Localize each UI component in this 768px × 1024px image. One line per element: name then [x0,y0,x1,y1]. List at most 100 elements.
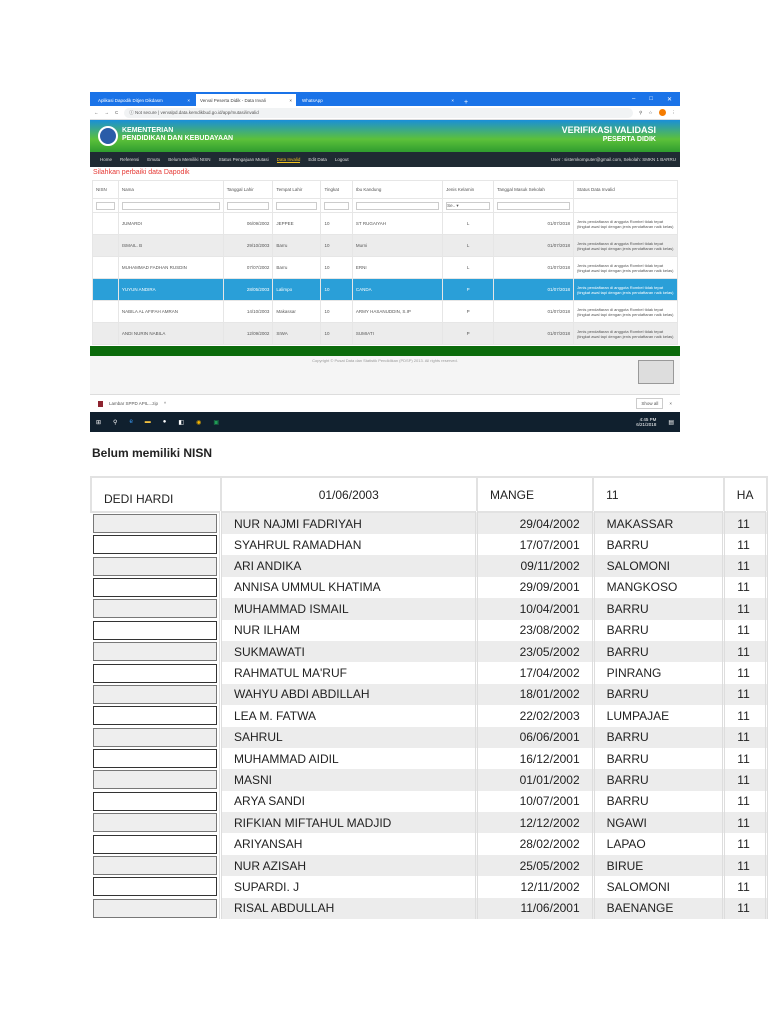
app-icon[interactable]: ◧ [178,419,184,426]
nisn-input[interactable] [93,620,217,640]
menu-icon[interactable]: ⋮ [672,110,677,116]
url-input[interactable]: ⓘ Not secure | vervalpd.data.kemdikbud.g… [124,107,634,118]
nav-logout[interactable]: Logout [335,157,349,162]
reload-icon[interactable]: C [115,110,118,115]
cell-status: Jenis pendaftaran di anggota Rombel tida… [573,322,678,345]
col-ibu-kandung[interactable]: Ibu Kandung [351,180,444,199]
col-nama[interactable]: Nama [117,180,224,199]
star-icon[interactable]: ☆ [648,110,652,116]
table-row[interactable]: YUYUN ANDIRA 28/05/2003 Lalimpo 10 CANDA P 01/… [92,278,678,301]
filter-input[interactable] [96,201,115,210]
date-filter-input[interactable] [226,201,270,210]
cell-nama: YUYUN ANDIRA [117,278,224,301]
nisn-input[interactable] [93,535,217,555]
nisn-input[interactable] [93,834,217,854]
notifications-icon[interactable]: ▤ [668,419,674,426]
cell-tingkat: 11 [723,662,768,684]
nav-data-invalid[interactable]: Data Invalid [276,157,301,163]
zoom-icon[interactable]: ⚲ [639,110,642,116]
embedded-screenshot: Aplikasi Dapodik Ditjen Dikdasm × Verval … [90,92,680,433]
edge-icon[interactable]: e [129,419,132,425]
close-icon[interactable]: × [669,401,672,406]
close-icon[interactable]: × [289,98,292,103]
browser-tab-active[interactable]: Verval Peserta Didik - Data Invali × [196,94,296,106]
nisn-input[interactable] [93,706,217,726]
browser-tab[interactable]: Aplikasi Dapodik Ditjen Dikdasm × [94,94,194,106]
table-row: MUHAMMAD ISMAIL 10/04/2001 BARRU 11 [91,598,768,620]
app-icon[interactable]: ● [163,419,167,425]
site-banner: KEMENTERIAN PENDIDIKAN DAN KEBUDAYAAN VER… [90,120,680,152]
col-jenis-kelamin[interactable]: Jenis Kelamin [442,180,495,199]
nisn-input[interactable] [93,556,217,576]
table-row: SUKMAWATI 23/05/2002 BARRU 11 [91,640,768,663]
filter-input[interactable] [121,201,220,210]
back-icon[interactable]: ← [94,110,99,115]
cell-nisn [92,278,119,301]
date-filter-input[interactable] [497,201,570,210]
cell-tingkat: 10 [320,300,353,323]
cell-tanggal: 06/06/2001 [476,726,595,748]
table-row[interactable]: MUHAMMAD FADHAN RUSDIN 07/07/2002 Barru 10 E… [92,256,678,279]
nisn-input[interactable] [93,856,217,876]
cell-nama: ANDI NURIN NABILA [117,322,224,345]
cell-ibu: SUMIATI [351,322,444,345]
maximize-icon[interactable]: □ [649,96,653,102]
excel-icon[interactable]: ▣ [213,419,219,426]
col-tanggal-lahir[interactable]: Tanggal Lahir [222,180,274,199]
col-tingkat[interactable]: Tingkat [320,180,353,199]
col-status[interactable]: Status Data Invalid [573,180,678,199]
nisn-input[interactable] [93,749,217,769]
cell-nama: SUKMAWATI [220,640,479,663]
nisn-input[interactable] [93,813,217,833]
nisn-input[interactable] [93,770,217,790]
nav-belum-nisn[interactable]: Belum Memiliki NISN [168,157,210,162]
table-row[interactable]: ISMAIL. B 29/10/2003 Barru 10 Murni L 01/07/20… [92,234,678,257]
nav-referensi[interactable]: Referensi [120,157,139,162]
filter-input[interactable] [355,201,440,210]
cell-jk: P [442,300,495,323]
nisn-input[interactable] [93,877,217,897]
browser-tab[interactable]: WhatsApp × [298,94,458,106]
download-file[interactable]: Lambar SPPD APIL...zip [109,401,158,406]
col-nisn[interactable]: NISN [92,180,119,199]
minimize-icon[interactable]: – [632,96,635,102]
show-all-button[interactable]: Show all [636,398,664,409]
nav-emutu[interactable]: Emutu [147,157,160,162]
nav-edit-data[interactable]: Edit Data [308,157,327,162]
windows-start-icon[interactable]: ⊞ [96,419,101,426]
nav-status-mutasi[interactable]: Status Pengajuan Mutasi [219,157,269,162]
close-icon[interactable]: × [451,98,454,103]
col-tanggal-masuk[interactable]: Tanggal Masuk Sekolah [493,180,574,199]
table-row[interactable]: ANDI NURIN NABILA 12/09/2002 SIWA 10 SUMIATI… [92,322,678,345]
chrome-icon[interactable]: ◉ [196,419,201,426]
cell-tingkat: 11 [723,790,768,813]
nisn-input[interactable] [93,684,217,704]
file-explorer-icon[interactable]: ▬ [145,419,151,425]
filter-input[interactable] [276,201,318,210]
gender-select[interactable]: Se.. ▾ [446,201,491,210]
nisn-input[interactable] [93,727,217,747]
nisn-input[interactable] [93,599,217,619]
nisn-input[interactable] [93,642,217,662]
search-icon[interactable]: ⚲ [113,419,117,426]
nisn-input[interactable] [93,514,217,533]
cell-tingkat: 10 [320,278,353,301]
chevron-up-icon[interactable]: ^ [164,401,166,406]
cell-tempat: BARRU [593,790,726,813]
close-window-icon[interactable]: ✕ [667,96,672,103]
col-tempat-lahir[interactable]: Tempat Lahir [272,180,322,199]
nisn-input[interactable] [93,663,217,683]
close-icon[interactable]: × [187,98,190,103]
cell-nama: DEDI HARDI [90,476,222,513]
nisn-input[interactable] [93,791,217,811]
cell-tanggal: 23/05/2002 [476,640,595,663]
table-row[interactable]: NABILA AL AFIFAH AMRAN 14/10/2003 Makassar… [92,300,678,323]
new-tab-icon[interactable]: + [464,99,468,106]
nisn-input[interactable] [93,898,217,918]
forward-icon[interactable]: → [105,110,110,115]
nisn-input[interactable] [93,577,217,597]
table-row[interactable]: JUMARDI 06/09/2002 JEPPEE 10 ST RUGAIYAH L 01/… [92,212,678,235]
nav-home[interactable]: Home [100,157,112,162]
filter-input[interactable] [324,201,349,210]
avatar[interactable] [658,109,666,116]
